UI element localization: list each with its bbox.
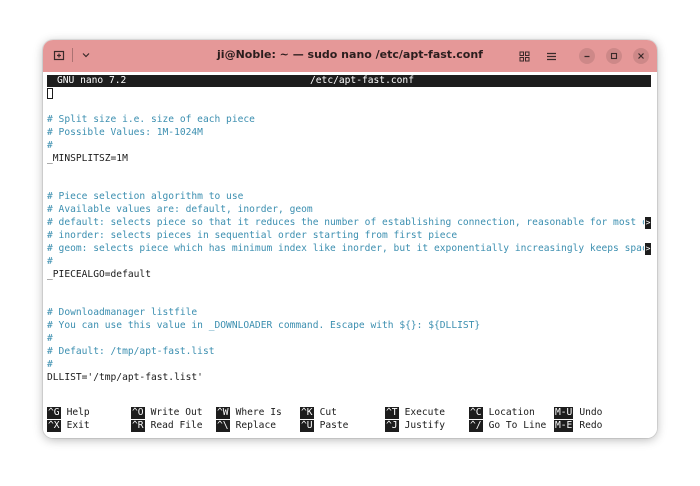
editor-line[interactable]: # Downloadmanager listfile [47,307,651,319]
shortcut-label: Write Out [150,407,203,418]
shortcut-label: Justify [404,420,445,431]
editor-line[interactable]: # Default: /tmp/apt-fast.list [47,346,651,358]
shortcut-undo[interactable]: M-U Undo [554,407,602,419]
title-bar[interactable]: ji@Noble: ~ — sudo nano /etc/apt-fast.co… [43,40,657,72]
text-cursor [47,88,53,99]
editor-line[interactable]: # [47,359,651,371]
shortcut-key: ^T [385,407,399,419]
editor-line[interactable]: # [47,140,651,152]
shortcut-label: Where Is [235,407,282,418]
shortcut-label: Cut [319,407,337,418]
shortcut-label: Read File [150,420,203,431]
shortcut-key: ^U [300,420,314,432]
shortcut-exit[interactable]: ^X Exit [47,420,90,432]
shortcut-key: ^W [216,407,230,419]
shortcut-label: Help [66,407,90,418]
editor-line[interactable]: # Split size i.e. size of each piece [47,114,651,126]
shortcut-key: M-E [554,420,574,432]
shortcut-help[interactable]: ^G Help [47,407,90,419]
editor-line[interactable]: # Possible Values: 1M-1024M [47,127,651,139]
shortcut-label: Undo [579,407,603,418]
shortcut-key: ^J [385,420,399,432]
shortcut-key: ^R [131,420,145,432]
shortcut-justify[interactable]: ^J Justify [385,420,445,432]
shortcut-label: Execute [404,407,445,418]
shortcut-key: ^\ [216,420,230,432]
shortcut-label: Exit [66,420,90,431]
nano-filename: /etc/apt-fast.conf [310,75,414,86]
shortcut-location[interactable]: ^C Location [469,407,535,419]
close-icon[interactable] [633,48,649,64]
terminal-window: ji@Noble: ~ — sudo nano /etc/apt-fast.co… [43,40,657,438]
maximize-icon[interactable] [606,48,622,64]
editor-line[interactable]: # default: selects piece so that it redu… [47,217,644,229]
shortcut-go-to-line[interactable]: ^/ Go To Line [469,420,546,432]
nano-version: GNU nano 7.2 [57,75,127,86]
editor-line[interactable]: # [47,333,651,345]
editor-line[interactable]: # geom: selects piece which has minimum … [47,243,644,255]
shortcut-replace[interactable]: ^\ Replace [216,420,276,432]
shortcut-label: Location [488,407,535,418]
shortcut-label: Go To Line [488,420,547,431]
shortcut-label: Redo [579,420,603,431]
editor-line[interactable]: DLLIST='/tmp/apt-fast.list' [47,372,651,384]
shortcut-write-out[interactable]: ^O Write Out [131,407,203,419]
shortcut-key: ^C [469,407,483,419]
shortcut-read-file[interactable]: ^R Read File [131,420,203,432]
line-overflow-marker: > [645,243,651,255]
shortcut-label: Replace [235,420,276,431]
nano-header-bar: GNU nano 7.2 /etc/apt-fast.conf [47,75,651,87]
minimize-icon[interactable] [579,48,595,64]
shortcut-key: ^/ [469,420,483,432]
shortcut-redo[interactable]: M-E Redo [554,420,602,432]
shortcut-key: ^X [47,420,61,432]
shortcut-key: M-U [554,407,574,419]
titlebar-right-controls [514,46,649,66]
editor-line[interactable]: _MINSPLITSZ=1M [47,153,651,165]
hamburger-menu-icon[interactable] [541,46,561,66]
editor-line[interactable]: # [47,256,651,268]
shortcut-key: ^G [47,407,61,419]
editor-line[interactable]: # You can use this value in _DOWNLOADER … [47,320,651,332]
editor-line[interactable]: # Piece selection algorithm to use [47,191,651,203]
terminal-content[interactable]: GNU nano 7.2 /etc/apt-fast.conf # Split … [43,72,657,438]
grid-view-icon[interactable] [514,46,534,66]
shortcut-key: ^O [131,407,145,419]
shortcut-label: Paste [319,420,349,431]
shortcut-paste[interactable]: ^U Paste [300,420,348,432]
editor-line[interactable]: _PIECEALGO=default [47,269,651,281]
shortcut-key: ^K [300,407,314,419]
line-overflow-marker: > [645,217,651,229]
shortcut-cut[interactable]: ^K Cut [300,407,337,419]
shortcut-execute[interactable]: ^T Execute [385,407,445,419]
editor-line[interactable]: # Available values are: default, inorder… [47,204,651,216]
editor-line[interactable]: # inorder: selects pieces in sequential … [47,230,651,242]
shortcut-where-is[interactable]: ^W Where Is [216,407,282,419]
